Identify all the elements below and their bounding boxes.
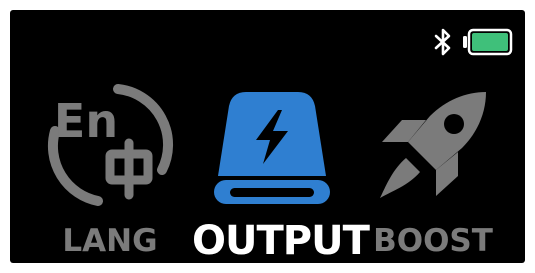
menu-item-label: BOOST — [373, 223, 493, 259]
device-screen: En LANG OUTPUT BOOST — [10, 10, 525, 263]
menu-item-output[interactable]: OUTPUT — [192, 75, 370, 263]
output-lightning-icon — [214, 92, 330, 204]
menu-item-boost[interactable]: BOOST — [353, 75, 513, 263]
menu-item-label: OUTPUT — [192, 218, 370, 263]
bluetooth-icon — [434, 28, 451, 56]
menu-item-lang[interactable]: En LANG — [30, 75, 190, 263]
svg-text:En: En — [54, 94, 118, 148]
battery-full-icon — [463, 28, 513, 56]
status-bar — [433, 27, 513, 57]
menu-item-label: LANG — [62, 223, 158, 259]
rocket-icon — [380, 92, 486, 198]
language-en-zh-icon: En — [48, 84, 174, 206]
